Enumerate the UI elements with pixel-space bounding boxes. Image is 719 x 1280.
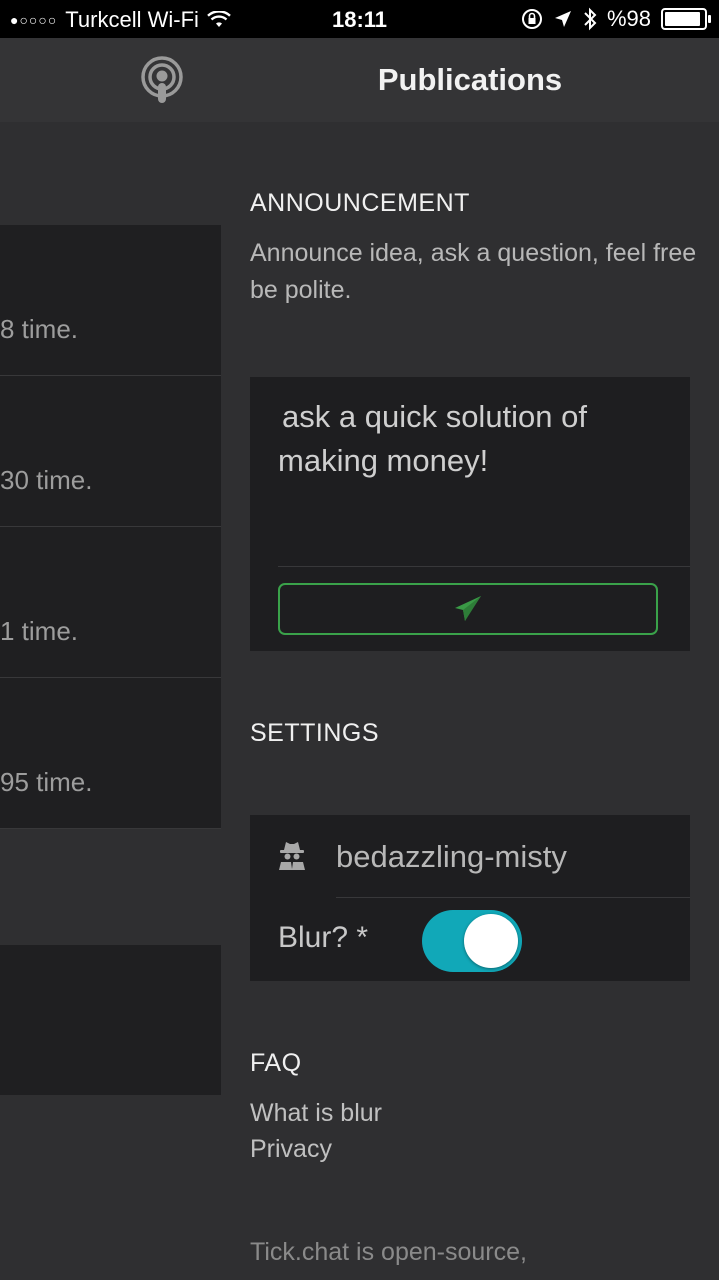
announcement-composer: ask a quick solution of making money! bbox=[250, 377, 690, 651]
list-item[interactable]: 30 time. bbox=[0, 376, 221, 527]
settings-panel: bedazzling-misty Blur? * bbox=[250, 815, 690, 981]
faq-heading: FAQ bbox=[250, 1049, 302, 1077]
list-item[interactable]: 8 time. bbox=[0, 225, 221, 376]
list-item-count: 8 time. bbox=[0, 314, 79, 344]
status-bar: ●○○○○ Turkcell Wi-Fi 18:11 %98 bbox=[0, 0, 719, 38]
blur-toggle[interactable] bbox=[422, 910, 522, 972]
divider bbox=[278, 566, 690, 567]
battery-percent: %98 bbox=[606, 6, 651, 31]
faq-link-privacy[interactable]: Privacy bbox=[250, 1135, 332, 1164]
left-list: 8 time. 30 time. 1 time. 95 time. bbox=[0, 225, 221, 829]
divider bbox=[336, 897, 690, 898]
battery-icon bbox=[661, 8, 711, 30]
podcast-icon[interactable] bbox=[139, 56, 185, 106]
spy-icon bbox=[279, 842, 305, 870]
list-item[interactable]: 1 time. bbox=[0, 527, 221, 678]
paper-plane-icon bbox=[455, 596, 481, 621]
username-row[interactable]: bedazzling-misty bbox=[250, 815, 690, 897]
footer-text: Tick.chat is open-source, bbox=[250, 1238, 527, 1266]
list-item[interactable] bbox=[0, 945, 221, 1095]
send-button[interactable] bbox=[278, 583, 658, 635]
page-title: Publications bbox=[377, 62, 563, 97]
username: bedazzling-misty bbox=[336, 839, 567, 874]
message-input[interactable]: ask a quick solution of making money! bbox=[278, 395, 658, 483]
list-item-count: 95 time. bbox=[0, 767, 93, 797]
battery-fill bbox=[665, 12, 701, 26]
announcement-description: Announce idea, ask a question, feel free… bbox=[250, 239, 697, 304]
rotation-lock-icon bbox=[521, 9, 542, 29]
bluetooth-icon bbox=[584, 7, 597, 31]
list-item-count: 30 time. bbox=[0, 465, 93, 495]
toggle-knob bbox=[464, 914, 518, 968]
announcement-heading: ANNOUNCEMENT bbox=[250, 189, 470, 217]
nav-bar: Publications bbox=[0, 38, 719, 122]
blur-label: Blur? * bbox=[278, 921, 369, 954]
location-arrow-icon bbox=[554, 11, 571, 27]
settings-heading: SETTINGS bbox=[250, 719, 380, 747]
list-item-count: 1 time. bbox=[0, 616, 79, 646]
list-item[interactable]: 95 time. bbox=[0, 678, 221, 829]
faq-link-what-is-blur[interactable]: What is blur bbox=[250, 1099, 382, 1128]
